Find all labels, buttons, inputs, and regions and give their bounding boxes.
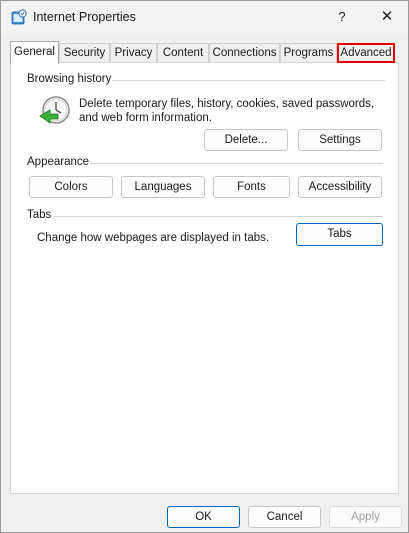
browsing-history-title: Browsing history [27, 73, 112, 85]
accessibility-button[interactable]: Accessibility [298, 176, 382, 198]
tab-content[interactable]: Content [157, 43, 209, 63]
tab-security[interactable]: Security [59, 43, 110, 63]
ok-button[interactable]: OK [167, 506, 240, 528]
tab-general[interactable]: General [10, 41, 59, 64]
delete-button[interactable]: Delete... [204, 129, 288, 151]
internet-properties-window: Internet Properties ? ✕ General Security… [0, 0, 409, 533]
close-button[interactable]: ✕ [370, 5, 404, 29]
browsing-history-description-line2: and web form information. [79, 112, 212, 124]
title-bar: Internet Properties ? ✕ [1, 1, 408, 34]
cancel-button[interactable]: Cancel [248, 506, 321, 528]
window-title: Internet Properties [33, 10, 136, 24]
browsing-history-divider [112, 80, 385, 81]
tabs-button[interactable]: Tabs [296, 223, 383, 246]
dialog-footer: OK Cancel Apply [1, 496, 408, 532]
internet-properties-icon [11, 9, 27, 25]
appearance-divider [91, 163, 383, 164]
tab-advanced[interactable]: Advanced [337, 43, 395, 63]
apply-button[interactable]: Apply [329, 506, 402, 528]
clock-green-arrow-icon [39, 96, 70, 124]
tabs-description: Change how webpages are displayed in tab… [37, 232, 270, 244]
settings-button[interactable]: Settings [298, 129, 382, 151]
tabs-group-divider [54, 216, 383, 217]
tabs-group-title: Tabs [27, 209, 52, 221]
fonts-button[interactable]: Fonts [213, 176, 290, 198]
appearance-title: Appearance [27, 156, 90, 168]
browsing-history-description-line1: Delete temporary files, history, cookies… [79, 98, 375, 110]
tab-programs[interactable]: Programs [280, 43, 337, 63]
tab-connections[interactable]: Connections [209, 43, 280, 63]
languages-button[interactable]: Languages [121, 176, 205, 198]
tab-privacy[interactable]: Privacy [110, 43, 157, 63]
general-tab-panel: Browsing history Delete temporary files,… [10, 62, 399, 494]
colors-button[interactable]: Colors [29, 176, 113, 198]
help-button[interactable]: ? [328, 5, 356, 29]
